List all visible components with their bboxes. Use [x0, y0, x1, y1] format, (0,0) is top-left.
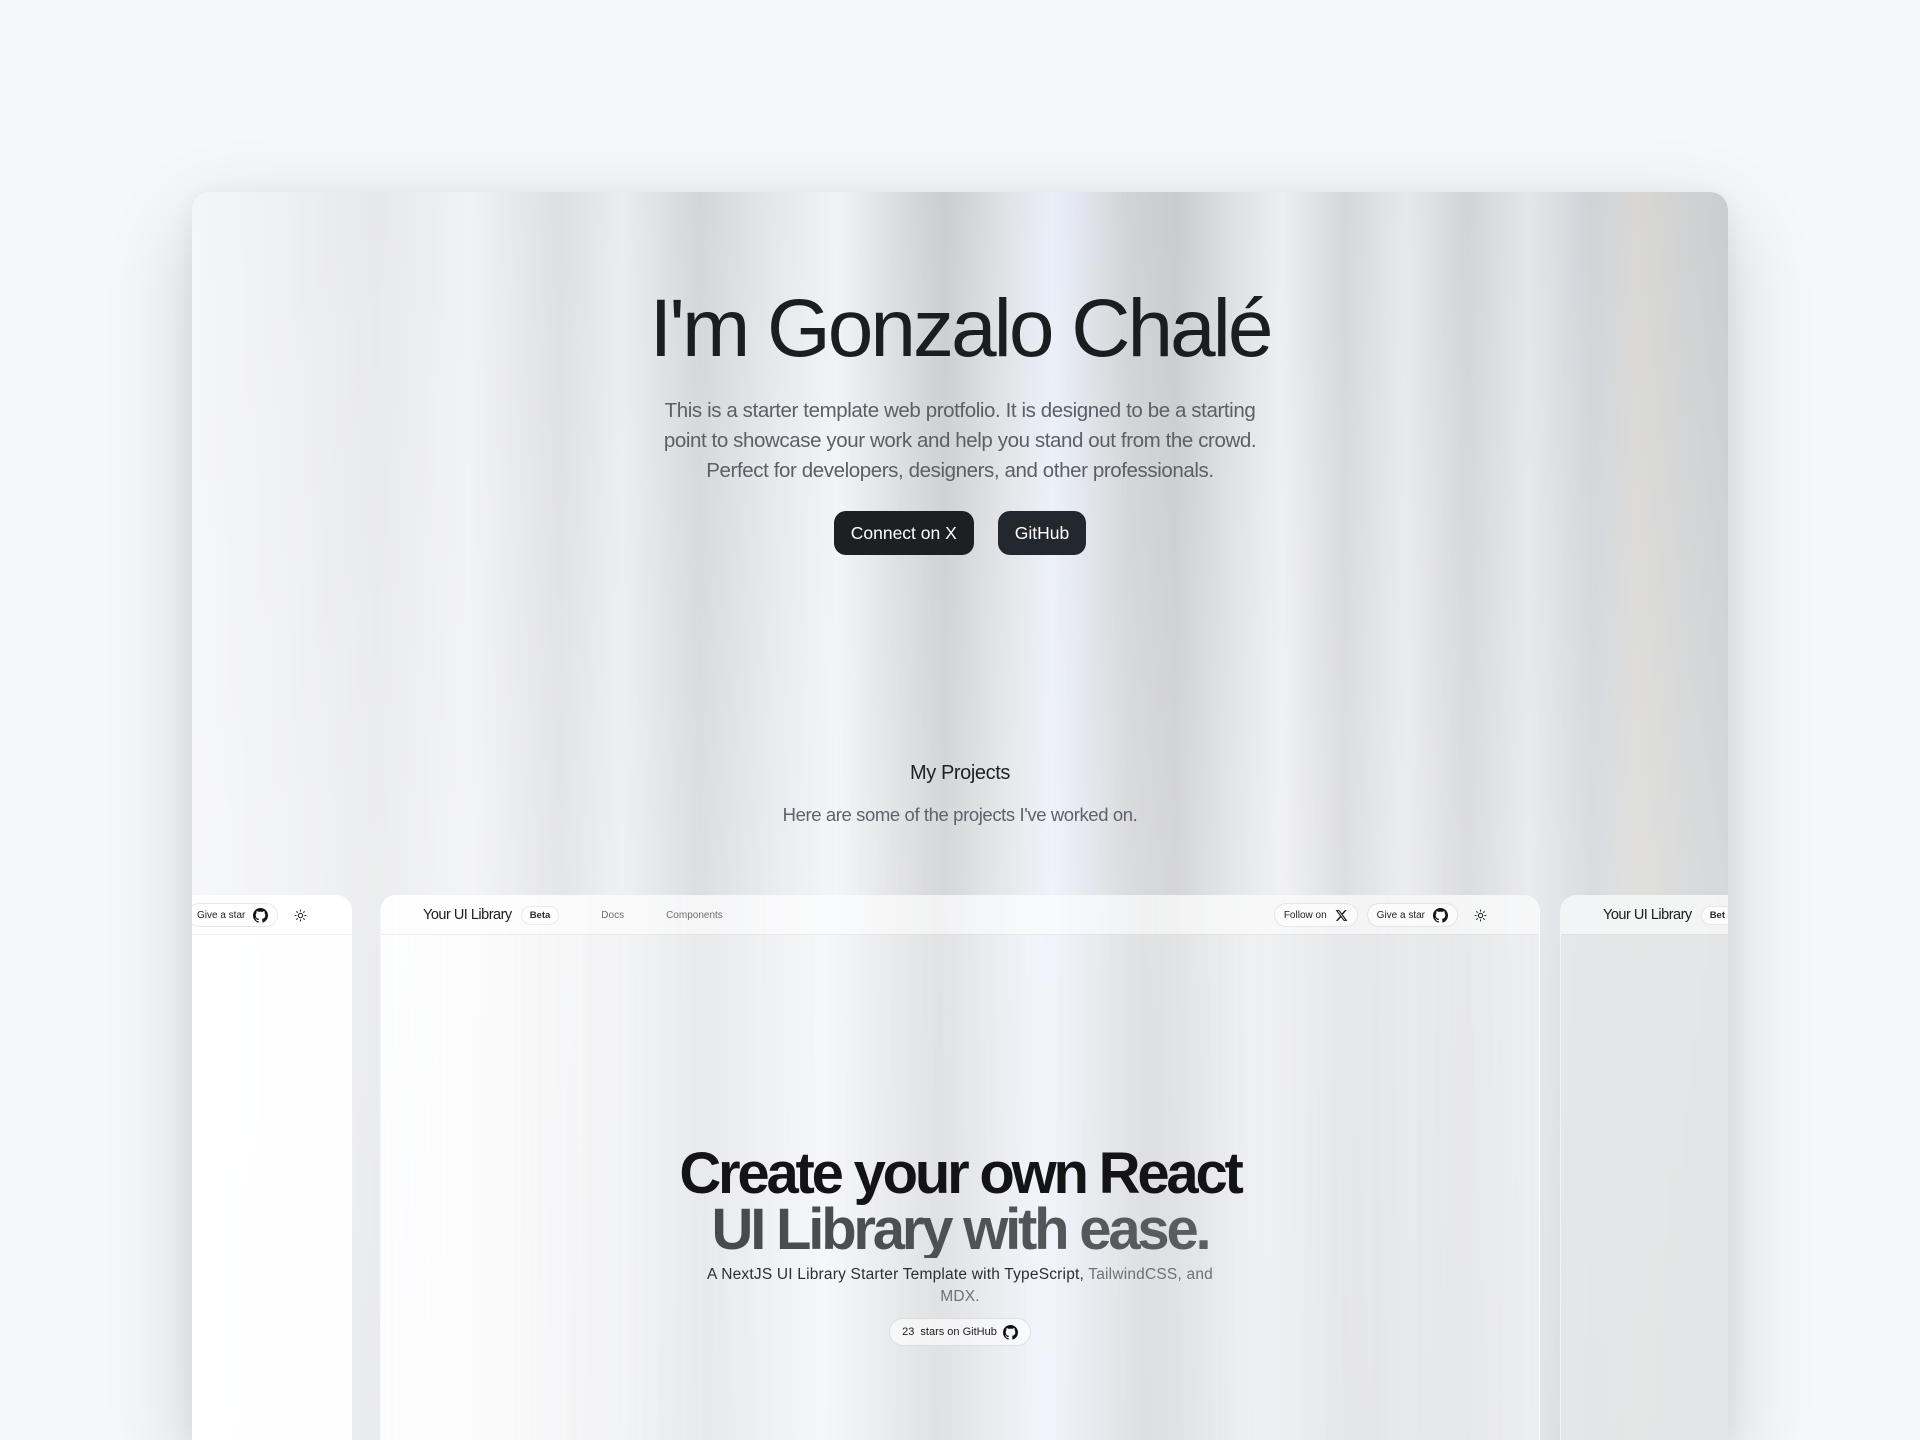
preview-navbar: Your UI Library Beta Docs Components Fol…	[381, 896, 1539, 935]
x-logo-icon	[1335, 909, 1348, 922]
tagline-start: A NextJS UI Library Starter Template wit…	[707, 1266, 1085, 1283]
preview-brand[interactable]: Your UI Library	[1603, 907, 1692, 923]
nav-docs[interactable]: Docs	[601, 910, 624, 921]
tagline-muted: TailwindCSS,	[1088, 1266, 1182, 1283]
preview-hero: Create your own React UI Library with ea…	[381, 1141, 1539, 1346]
github-icon	[253, 907, 269, 923]
follow-on-x-button[interactable]: Follow on	[1273, 903, 1358, 927]
project-card-previous[interactable]: Give a star	[192, 895, 352, 1440]
give-star-label: Give a star	[1376, 909, 1425, 921]
give-star-button[interactable]: Give a star	[1366, 903, 1458, 927]
github-icon	[1433, 907, 1448, 923]
preview-navbar: Give a star	[192, 896, 351, 935]
beta-badge: Bet	[1700, 905, 1728, 925]
github-button[interactable]: GitHub	[997, 511, 1087, 555]
give-star-label: Give a star	[197, 909, 246, 921]
github-icon	[1002, 1324, 1018, 1340]
connect-on-x-button[interactable]: Connect on X	[833, 511, 974, 555]
nav-components[interactable]: Components	[666, 910, 723, 921]
preview-brand[interactable]: Your UI Library	[423, 907, 512, 923]
stars-label: stars on GitHub	[920, 1326, 997, 1338]
preview-navbar: Your UI Library Bet	[1561, 896, 1728, 935]
github-stars-badge[interactable]: 23 stars on GitHub	[889, 1318, 1031, 1346]
preview-headline-line2: UI Library with ease.	[381, 1201, 1539, 1259]
hero-section: I'm Gonzalo Chalé This is a starter temp…	[192, 288, 1728, 555]
hero-buttons: Connect on X GitHub	[192, 511, 1728, 555]
hero-title: I'm Gonzalo Chalé	[649, 283, 1274, 374]
projects-title: My Projects	[909, 762, 1011, 784]
follow-label: Follow on	[1283, 909, 1327, 921]
portfolio-frame: I'm Gonzalo Chalé This is a starter temp…	[192, 192, 1728, 1440]
stars-count: 23	[902, 1326, 915, 1338]
hero-description: This is a starter template web protfolio…	[663, 399, 1257, 482]
beta-badge: Beta	[520, 905, 560, 925]
project-card-main[interactable]: Your UI Library Beta Docs Components Fol…	[380, 895, 1540, 1440]
preview-headline-line1: Create your own React	[679, 1141, 1244, 1206]
sun-icon[interactable]	[1474, 909, 1487, 922]
sun-icon[interactable]	[294, 909, 307, 922]
preview-tagline: A NextJS UI Library Starter Template wit…	[690, 1264, 1230, 1308]
project-card-next[interactable]: Your UI Library Bet	[1560, 895, 1728, 1440]
projects-section: My Projects Here are some of the project…	[192, 762, 1728, 826]
projects-subtitle: Here are some of the projects I've worke…	[782, 804, 1138, 825]
preview-headline: Create your own React UI Library with ea…	[381, 1141, 1539, 1259]
give-star-button[interactable]: Give a star	[192, 903, 279, 927]
